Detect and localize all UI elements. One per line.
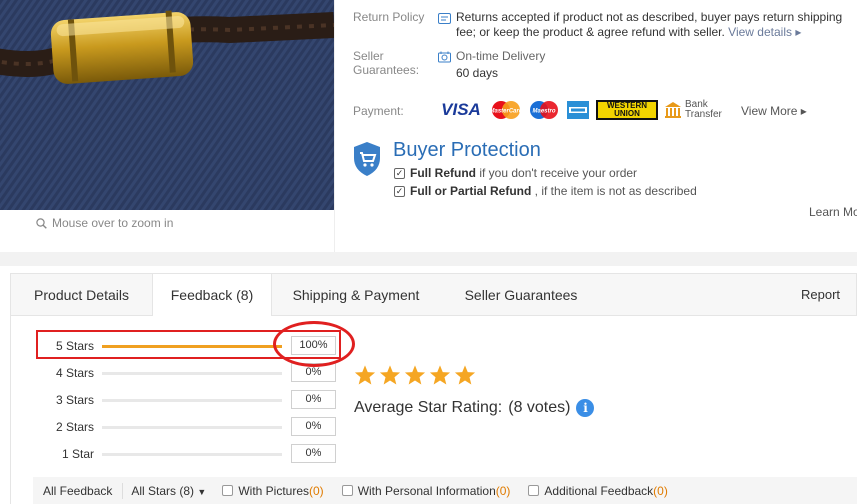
tab-bar: Product Details Feedback (8) Shipping & … [10, 273, 857, 317]
average-stars [354, 364, 476, 386]
american-express-icon [566, 100, 590, 120]
star-icon [429, 365, 451, 385]
average-rating: Average Star Rating: (8 votes) i [354, 399, 595, 417]
product-photo-graphic [0, 0, 334, 210]
check-icon: ✓ [394, 185, 405, 197]
rating-row-label: 4 Stars [55, 366, 94, 380]
rating-bar [102, 372, 282, 375]
info-icon[interactable]: i [576, 399, 595, 417]
all-stars-dropdown[interactable]: All Stars (8) ▼ [131, 484, 206, 498]
tab-product-details[interactable]: Product Details [11, 274, 152, 316]
product-page: Mouse over to zoom in Return Policy Retu… [0, 0, 857, 504]
rating-row-1[interactable]: 1 Star 0% [40, 444, 340, 464]
highlight-circle [273, 321, 355, 367]
star-icon [354, 365, 376, 385]
with-personal-info-filter[interactable]: With Personal Information (0) [341, 484, 510, 498]
maestro-icon: Maestro [528, 100, 560, 120]
average-rating-label: Average Star Rating: [354, 399, 503, 416]
return-policy-label: Return Policy [353, 10, 425, 24]
svg-text:Maestro: Maestro [532, 109, 555, 115]
magnifier-icon [36, 217, 47, 229]
rating-row-label: 3 Stars [55, 393, 94, 407]
visa-icon: VISA [441, 100, 481, 119]
tab-shipping-payment[interactable]: Shipping & Payment [279, 274, 433, 316]
tab-feedback[interactable]: Feedback (8) [152, 274, 272, 317]
on-time-delivery-label: On-time Delivery [456, 49, 546, 63]
rating-row-4[interactable]: 4 Stars 0% [40, 363, 340, 383]
report-link[interactable]: Report [801, 274, 857, 316]
additional-feedback-filter[interactable]: Additional Feedback (0) [528, 484, 668, 498]
rating-percent: 0% [291, 417, 336, 436]
view-more-link[interactable]: View More ▸ [741, 104, 807, 118]
return-policy-text: Returns accepted if product not as descr… [456, 10, 856, 40]
delivery-days: 60 days [456, 66, 499, 80]
zoom-hint-text: Mouse over to zoom in [52, 216, 174, 230]
votes-count: (8 votes) [508, 399, 571, 416]
bp-item-full-refund: ✓ Full Refund if you don't receive your … [394, 166, 638, 180]
seller-guarantees-label: Seller Guarantees: [353, 49, 420, 77]
chevron-down-icon: ▼ [197, 486, 207, 497]
svg-text:MasterCard: MasterCard [490, 109, 522, 115]
shield-cart-icon [352, 141, 382, 182]
checkbox[interactable] [341, 485, 353, 496]
check-icon: ✓ [394, 167, 405, 179]
zoom-hint: Mouse over to zoom in [36, 216, 173, 230]
bank-transfer-icon: Bank Transfer [664, 100, 724, 120]
delivery-icon [438, 50, 451, 68]
section-separator [0, 252, 857, 266]
product-image[interactable] [0, 0, 334, 210]
star-icon [404, 365, 426, 385]
payment-methods: VISA MasterCard Maestro WESTERN UNION Ban… [438, 100, 724, 120]
star-icon [379, 365, 401, 385]
rating-bar [102, 399, 282, 402]
rating-row-label: 1 Star [61, 447, 94, 461]
star-icon [454, 365, 476, 385]
rating-row-3[interactable]: 3 Stars 0% [40, 390, 340, 410]
rating-bar [102, 453, 282, 456]
with-pictures-filter[interactable]: With Pictures (0) [222, 484, 324, 498]
buyer-protection-title: Buyer Protection [393, 139, 541, 161]
learn-more-link[interactable]: Learn More [809, 205, 857, 219]
checkbox[interactable] [222, 485, 234, 496]
divider [334, 0, 335, 252]
view-details-link[interactable]: View details ▸ [728, 25, 801, 39]
rating-percent: 0% [291, 444, 336, 463]
return-policy-icon [438, 11, 451, 29]
tab-seller-guarantees[interactable]: Seller Guarantees [451, 274, 591, 316]
rating-row-label: 2 Stars [55, 420, 94, 434]
rating-bar [102, 426, 282, 429]
rating-percent: 0% [291, 390, 336, 409]
bp-item-partial-refund: ✓ Full or Partial Refund , if the item i… [394, 184, 697, 198]
western-union-icon: WESTERN UNION [596, 100, 658, 120]
rating-row-2[interactable]: 2 Stars 0% [40, 417, 340, 437]
divider [122, 482, 124, 499]
payment-label: Payment: [353, 104, 404, 118]
feedback-filter-bar: All Feedback All Stars (8) ▼ With Pictur… [33, 477, 857, 504]
mastercard-icon: MasterCard [490, 100, 522, 120]
all-feedback-filter[interactable]: All Feedback [43, 484, 112, 498]
checkbox[interactable] [528, 485, 540, 496]
